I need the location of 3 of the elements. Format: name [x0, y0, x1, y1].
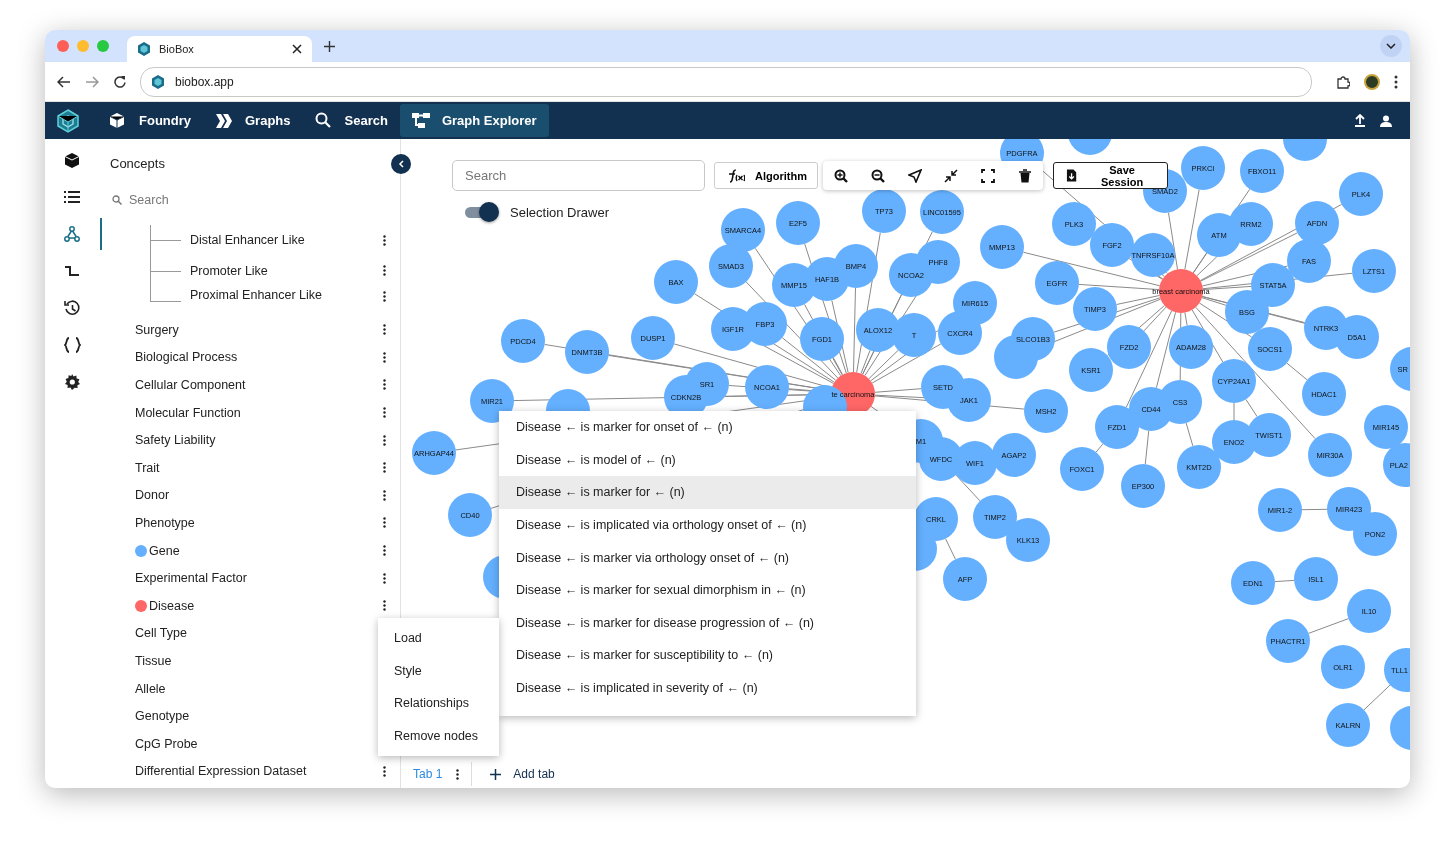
- tab-title: BioBox: [159, 43, 195, 55]
- panel-title: Concepts: [109, 155, 166, 171]
- toggle-label: Selection Drawer: [510, 204, 609, 220]
